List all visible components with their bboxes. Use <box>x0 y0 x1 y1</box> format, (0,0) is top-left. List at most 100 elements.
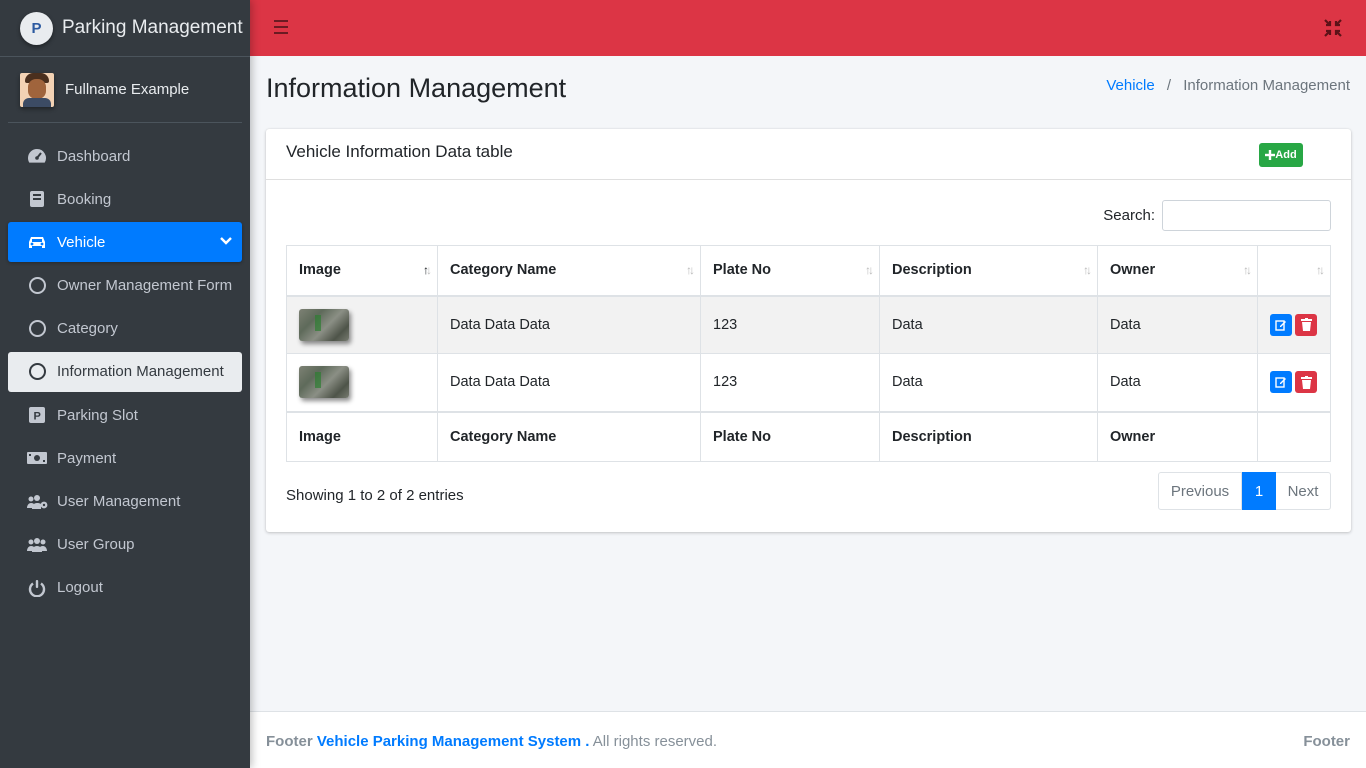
edit-icon <box>1275 320 1286 331</box>
cell-description: Data <box>879 353 1098 412</box>
cell-owner: Data <box>1097 295 1258 354</box>
search-row: Search: <box>1103 200 1331 231</box>
sidebar-item-label: Parking Slot <box>57 406 138 424</box>
footer-system-link[interactable]: Vehicle Parking Management System . <box>317 733 590 750</box>
power-icon <box>26 577 48 599</box>
sidebar-item-label: User Management <box>57 493 181 510</box>
edit-icon <box>1275 377 1286 388</box>
next-button[interactable]: Next <box>1276 472 1331 510</box>
plus-icon <box>1265 150 1276 160</box>
sort-icon: ↑↓ <box>1243 263 1252 277</box>
footer-rights: All rights reserved. <box>592 733 718 750</box>
user-name[interactable]: Fullname Example <box>65 81 189 98</box>
footer-prefix: Footer <box>266 733 313 750</box>
sidebar-item-label: Category <box>57 320 118 338</box>
add-button[interactable]: Add <box>1259 143 1303 167</box>
brand-link[interactable]: P Parking Management <box>0 0 250 57</box>
cell-actions <box>1257 295 1331 354</box>
menu-toggle-icon[interactable] <box>274 20 288 34</box>
vehicle-thumbnail[interactable] <box>299 366 349 399</box>
sidebar-item-label: Logout <box>57 579 103 597</box>
sidebar-item-user-group[interactable]: User Group <box>8 525 242 565</box>
sidebar-item-owner-management-form[interactable]: Owner Management Form <box>8 266 242 306</box>
previous-button[interactable]: Previous <box>1158 472 1242 510</box>
card-header: Vehicle Information Data table Add <box>266 129 1351 180</box>
column-header-description[interactable]: Description ↑↓ <box>879 245 1098 297</box>
vehicle-table: Image ↑↓ Category Name ↑↓ Plate No ↑↓ Descr… <box>286 245 1331 462</box>
cell-plate: 123 <box>700 295 880 354</box>
users-icon <box>26 534 48 556</box>
search-label: Search: <box>1103 207 1155 224</box>
content-wrapper: Information Management Vehicle / Informa… <box>250 56 1366 712</box>
money-icon <box>26 447 48 469</box>
pagination: Previous 1 Next <box>1158 472 1331 510</box>
sidebar-item-user-management[interactable]: User Management <box>8 482 242 522</box>
avatar <box>20 72 54 107</box>
delete-button[interactable] <box>1295 313 1317 336</box>
sidebar: P Parking Management Fullname Example Da… <box>0 0 250 768</box>
sidebar-item-label: Vehicle <box>57 233 106 251</box>
sidebar-item-parking-slot[interactable]: P Parking Slot <box>8 395 242 435</box>
cell-description: Data <box>879 295 1098 354</box>
breadcrumb-current: Information Management <box>1183 77 1350 94</box>
circle-icon <box>26 275 48 297</box>
column-footer-category-name: Category Name <box>437 410 701 462</box>
cell-image <box>286 353 438 412</box>
main-footer: Footer Vehicle Parking Management System… <box>250 711 1366 768</box>
sort-icon: ↑↓ <box>1316 263 1325 277</box>
delete-button[interactable] <box>1295 371 1317 394</box>
sidebar-item-category[interactable]: Category <box>8 309 242 349</box>
page-title: Information Management <box>266 73 567 103</box>
sidebar-nav: Dashboard Booking Vehicle Owner Manageme… <box>0 123 250 608</box>
sort-icon: ↑↓ <box>1083 263 1092 277</box>
edit-button[interactable] <box>1270 313 1292 336</box>
chevron-down-icon <box>220 234 232 251</box>
compress-icon[interactable] <box>1324 19 1342 37</box>
svg-text:P: P <box>34 411 41 423</box>
column-header-owner[interactable]: Owner ↑↓ <box>1097 245 1258 297</box>
sidebar-item-booking[interactable]: Booking <box>8 179 242 219</box>
top-navbar <box>250 0 1366 56</box>
cell-actions <box>1257 353 1331 412</box>
sidebar-item-information-management[interactable]: Information Management <box>8 351 242 392</box>
search-input[interactable] <box>1162 200 1331 231</box>
footer-left: Footer Vehicle Parking Management System… <box>266 733 717 750</box>
cell-category: Data Data Data <box>437 353 701 412</box>
column-header-plate-no[interactable]: Plate No ↑↓ <box>700 245 880 297</box>
table-row: Data Data Data 123 Data Data <box>286 295 1331 354</box>
data-table-card: Vehicle Information Data table Add Searc… <box>266 129 1351 532</box>
sidebar-item-label: Owner Management Form <box>57 277 233 295</box>
circle-icon <box>26 361 48 383</box>
trash-icon <box>1300 375 1312 389</box>
sidebar-item-label: Payment <box>57 449 117 467</box>
sidebar-item-logout[interactable]: Logout <box>8 568 242 608</box>
sort-asc-icon: ↑↓ <box>423 263 432 277</box>
column-header-image[interactable]: Image ↑↓ <box>286 245 438 297</box>
column-footer-description: Description <box>879 410 1098 462</box>
table-header-row: Image ↑↓ Category Name ↑↓ Plate No ↑↓ Descr… <box>286 245 1331 297</box>
edit-button[interactable] <box>1270 371 1292 394</box>
sidebar-item-label: Information Management <box>57 363 224 381</box>
vehicle-thumbnail[interactable] <box>299 308 349 341</box>
column-header-category-name[interactable]: Category Name ↑↓ <box>437 245 701 297</box>
cell-owner: Data <box>1097 353 1258 412</box>
breadcrumb-link-vehicle[interactable]: Vehicle <box>1106 77 1154 94</box>
column-header-actions[interactable]: ↑↓ <box>1257 245 1331 297</box>
parking-icon: P <box>26 404 48 426</box>
sidebar-item-payment[interactable]: Payment <box>8 438 242 478</box>
cell-plate: 123 <box>700 353 880 412</box>
sidebar-item-dashboard[interactable]: Dashboard <box>8 136 242 176</box>
circle-icon <box>26 318 48 340</box>
add-button-label: Add <box>1275 149 1297 161</box>
table-row: Data Data Data 123 Data Data <box>286 353 1331 412</box>
sidebar-item-vehicle[interactable]: Vehicle <box>8 222 242 263</box>
trash-icon <box>1300 318 1312 332</box>
user-panel[interactable]: Fullname Example <box>8 57 242 123</box>
page-button-1[interactable]: 1 <box>1242 472 1276 510</box>
card-title: Vehicle Information Data table <box>286 142 513 161</box>
sort-icon: ↑↓ <box>865 263 874 277</box>
cell-category: Data Data Data <box>437 295 701 354</box>
footer-right: Footer <box>1303 733 1350 750</box>
sidebar-item-label: Booking <box>57 190 112 208</box>
car-icon <box>26 231 48 253</box>
